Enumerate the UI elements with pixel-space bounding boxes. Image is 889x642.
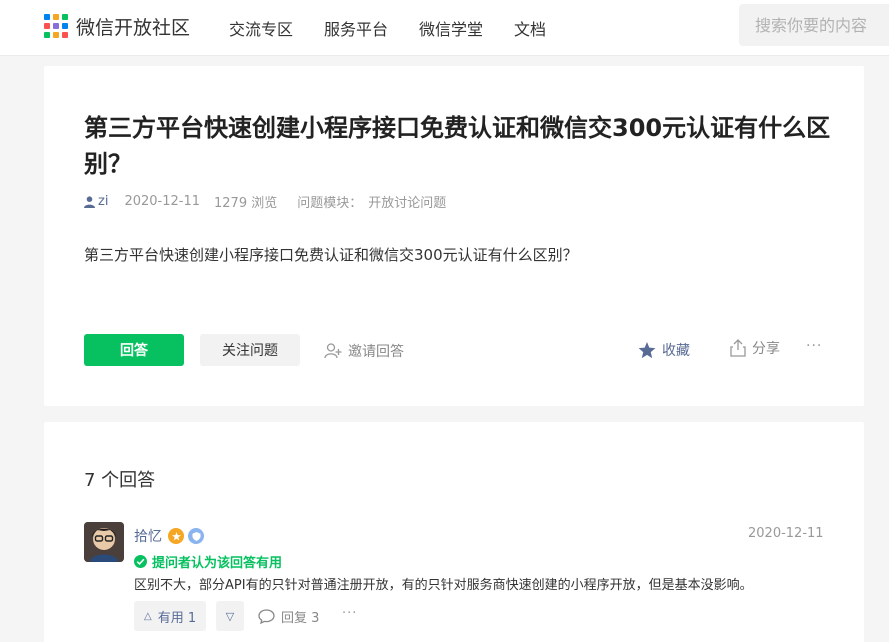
- medal-icon: [168, 528, 184, 544]
- triangle-up-icon: △: [144, 610, 152, 622]
- accepted-tag: 提问者认为该回答有用: [134, 552, 282, 571]
- add-user-icon: [324, 343, 342, 359]
- level-badge-icon: [188, 528, 204, 544]
- share-button[interactable]: 分享: [730, 338, 780, 358]
- module-link[interactable]: 开放讨论问题: [368, 192, 446, 211]
- nav-service-platform[interactable]: 服务平台: [324, 16, 388, 40]
- star-small-icon: [171, 531, 181, 541]
- more-options-button[interactable]: ···: [806, 338, 822, 354]
- follow-question-button[interactable]: 关注问题: [200, 334, 300, 366]
- favorite-label: 收藏: [662, 343, 690, 359]
- search-input[interactable]: [739, 4, 889, 46]
- question-title: 第三方平台快速创建小程序接口免费认证和微信交300元认证有什么区别？: [84, 114, 831, 178]
- site-logo[interactable]: 微信开放社区: [44, 12, 190, 40]
- author-link[interactable]: zi: [98, 194, 108, 209]
- answer-button[interactable]: 回答: [84, 334, 184, 366]
- share-label: 分享: [752, 341, 780, 357]
- logo-dot: [62, 14, 68, 20]
- avatar[interactable]: [84, 522, 124, 562]
- answer-text: 区别不大，部分API有的只针对普通注册开放，有的只针对服务商快速创建的小程序开放…: [134, 578, 753, 593]
- logo-dot: [44, 14, 50, 20]
- upvote-button[interactable]: △ 有用 1: [134, 601, 207, 631]
- answer-more-button[interactable]: ···: [342, 606, 357, 621]
- top-header: 微信开放社区 交流专区 服务平台 微信学堂 文档: [0, 0, 889, 56]
- comment-icon: [258, 609, 275, 624]
- question-meta: zi 2020-12-11 1279 浏览 问题模块： 开放讨论问题: [84, 192, 446, 211]
- logo-dot: [62, 32, 68, 38]
- avatar-image: [84, 522, 124, 562]
- logo-dot: [62, 23, 68, 29]
- logo-text: 微信开放社区: [76, 16, 191, 39]
- logo-dot: [53, 23, 59, 29]
- upvote-label: 有用 1: [157, 610, 197, 626]
- shield-icon: [191, 531, 201, 541]
- logo-icon: [44, 14, 68, 38]
- reply-button[interactable]: 回复 3: [258, 607, 319, 626]
- nav-docs[interactable]: 文档: [514, 16, 546, 40]
- invite-label: 邀请回答: [348, 344, 404, 360]
- nav-exchange[interactable]: 交流专区: [229, 16, 293, 40]
- view-count: 1279 浏览: [214, 196, 278, 211]
- logo-dot: [53, 14, 59, 20]
- share-icon: [730, 339, 746, 357]
- answerer-name: 拾忆: [134, 526, 204, 546]
- invite-answer-button[interactable]: 邀请回答: [324, 341, 404, 361]
- accepted-tag-text: 提问者认为该回答有用: [152, 556, 283, 571]
- question-date: 2020-12-11: [124, 194, 200, 209]
- answerer-link[interactable]: 拾忆: [134, 526, 162, 546]
- logo-dot: [44, 23, 50, 29]
- question-card: 第三方平台快速创建小程序接口免费认证和微信交300元认证有什么区别？ zi 20…: [44, 66, 864, 406]
- favorite-button[interactable]: 收藏: [638, 340, 690, 360]
- user-icon: [84, 195, 95, 208]
- triangle-down-icon: ▽: [225, 609, 235, 623]
- answers-card: 7 个回答 拾忆 2020-12-11 提问者认为该回答有用 区别不大，部分AP…: [44, 422, 864, 642]
- logo-dot: [53, 32, 59, 38]
- reply-label: 回复 3: [281, 611, 320, 626]
- module-label: 问题模块：: [297, 196, 363, 211]
- question-body: 第三方平台快速创建小程序接口免费认证和微信交300元认证有什么区别？: [84, 246, 578, 264]
- nav-wechat-academy[interactable]: 微信学堂: [419, 16, 483, 40]
- star-icon: [638, 341, 656, 358]
- check-circle-icon: [134, 555, 147, 568]
- downvote-button[interactable]: ▽: [216, 601, 244, 631]
- answer-date: 2020-12-11: [748, 526, 824, 541]
- logo-dot: [44, 32, 50, 38]
- answer-count: 7 个回答: [84, 470, 156, 491]
